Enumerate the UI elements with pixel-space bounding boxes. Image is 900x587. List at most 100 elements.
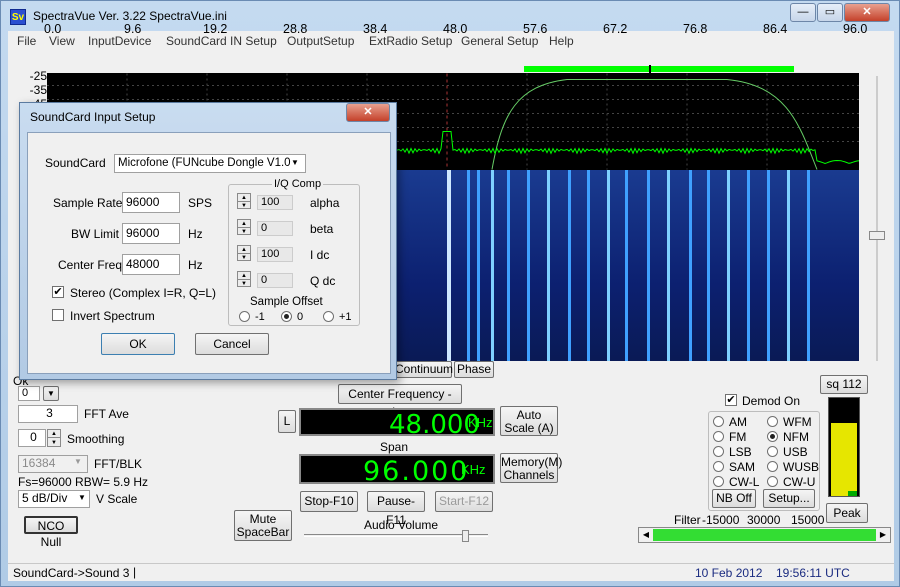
soundcard-select[interactable]: Microfone (FUNcube Dongle V1.0 — [114, 154, 306, 173]
demod-nfm-radio[interactable] — [767, 431, 778, 442]
demod-cw-l-label: CW-L — [729, 475, 760, 489]
signal-meter — [828, 397, 860, 497]
waterfall-line — [689, 170, 692, 361]
invert-spectrum-checkbox[interactable] — [52, 309, 64, 321]
stereo-label: Stereo (Complex I=R, Q=L) — [70, 286, 217, 300]
pause-button[interactable]: Pause-F11 — [367, 491, 425, 527]
menu-help[interactable]: Help — [549, 34, 574, 48]
window-title: SpectraVue Ver. 3.22 SpectraVue.ini — [33, 9, 227, 23]
filter-scrollbar[interactable]: ◀ ▶ — [638, 527, 891, 543]
center-frequency-display[interactable]: 48.000 KHz — [299, 408, 495, 440]
status-soundcard: SoundCard->Sound 3 — [13, 566, 130, 580]
beta-field[interactable]: 0 — [257, 221, 293, 236]
demod-cw-l-radio[interactable] — [713, 476, 724, 487]
center-frequency-button[interactable]: Center Frequency - Ins — [338, 384, 462, 419]
dialog-close-button[interactable]: ✕ — [346, 103, 390, 122]
menu-outputsetup[interactable]: OutputSetup — [287, 34, 354, 48]
nco-null-button[interactable]: NCO Null — [24, 516, 78, 549]
qdc-spinner[interactable]: ▲ ▼ — [237, 271, 251, 287]
sample-rate-field[interactable]: 96000 — [122, 192, 180, 213]
demod-setup-button[interactable]: Setup... — [763, 489, 815, 508]
level-slider-thumb[interactable] — [869, 231, 885, 240]
offset-0-label: 0 — [297, 311, 304, 323]
stereo-checkbox[interactable]: ✔ — [52, 286, 64, 298]
memory-channels-button[interactable]: Memory(M) Channels — [500, 453, 562, 483]
freq-tick: 96.0 — [843, 22, 868, 36]
demod-am-radio[interactable] — [713, 416, 724, 427]
dialog-body: SoundCard Microfone (FUNcube Dongle V1.0… — [27, 132, 391, 374]
demod-sam-radio[interactable] — [713, 461, 724, 472]
span-display[interactable]: 96.000 KHz — [299, 454, 495, 487]
sample-offset-label: Sample Offset — [250, 296, 323, 308]
scroll-right-icon[interactable]: ▶ — [877, 529, 889, 541]
status-bar: SoundCard->Sound 3 | 10 Feb 2012 19:56:1… — [8, 563, 894, 581]
sample-rate-label: Sample Rate — [53, 196, 123, 210]
demod-wfm-radio[interactable] — [767, 416, 778, 427]
tuning-marker — [649, 65, 651, 73]
ok-button[interactable]: OK — [101, 333, 175, 355]
waterfall-line — [707, 170, 710, 361]
offset-plus1-radio[interactable] — [323, 311, 334, 322]
freq-tick: 48.0 — [443, 22, 468, 36]
freq-tick: 57.6 — [523, 22, 548, 36]
offset-minus1-radio[interactable] — [239, 311, 250, 322]
filter-scroll-thumb[interactable] — [653, 529, 876, 541]
auto-scale-button[interactable]: Auto Scale (A) — [500, 406, 558, 436]
continuum-button[interactable]: Continuum — [394, 361, 453, 378]
stop-button[interactable]: Stop-F10 — [300, 491, 358, 512]
demod-fm-radio[interactable] — [713, 431, 724, 442]
span-label: Span — [380, 440, 409, 454]
nb-off-button[interactable]: NB Off — [712, 489, 756, 508]
menu-general-setup[interactable]: General Setup — [461, 34, 538, 48]
menu-file[interactable]: File — [17, 34, 36, 48]
demod-on-label: Demod On — [742, 394, 801, 408]
phase-button[interactable]: Phase — [454, 361, 494, 378]
center-freq-field[interactable]: 48000 — [122, 254, 180, 275]
smoothing-spinner[interactable]: ▲ ▼ — [47, 429, 61, 447]
smoothing-field[interactable]: 0 — [18, 429, 46, 447]
demod-usb-radio[interactable] — [767, 446, 778, 457]
chevron-down-icon: ▼ — [78, 493, 86, 502]
alpha-spinner[interactable]: ▲ ▼ — [237, 193, 251, 209]
alpha-field[interactable]: 100 — [257, 195, 293, 210]
center-frequency-unit: KHz — [468, 415, 493, 430]
top-value-dropdown[interactable]: ▼ — [43, 386, 59, 401]
menu-extradio-setup[interactable]: ExtRadio Setup — [369, 34, 452, 48]
bw-limit-field[interactable]: 96000 — [122, 223, 180, 244]
maximize-button[interactable]: ▭ — [817, 3, 843, 22]
db-tick: -25 — [29, 69, 47, 83]
cancel-button[interactable]: Cancel — [195, 333, 269, 355]
l-button[interactable]: L — [278, 410, 296, 433]
peak-button[interactable]: Peak — [826, 503, 868, 523]
start-button[interactable]: Start-F12 — [435, 491, 493, 512]
idc-spinner[interactable]: ▲ ▼ — [237, 245, 251, 261]
beta-spinner[interactable]: ▲ ▼ — [237, 219, 251, 235]
demod-lsb-radio[interactable] — [713, 446, 724, 457]
db-tick: -35 — [29, 83, 47, 97]
demod-wusb-radio[interactable] — [767, 461, 778, 472]
scroll-left-icon[interactable]: ◀ — [640, 529, 652, 541]
idc-field[interactable]: 100 — [257, 247, 293, 262]
invert-spectrum-label: Invert Spectrum — [70, 309, 155, 323]
demod-cw-u-radio[interactable] — [767, 476, 778, 487]
qdc-field[interactable]: 0 — [257, 273, 293, 288]
idc-label: I dc — [310, 248, 330, 262]
soundcard-label: SoundCard — [45, 156, 106, 170]
audio-volume-thumb[interactable] — [462, 530, 469, 542]
menu-inputdevice[interactable]: InputDevice — [88, 34, 151, 48]
fft-ave-field[interactable]: 3 — [18, 405, 78, 423]
audio-volume-slider[interactable] — [304, 534, 488, 537]
mute-button[interactable]: Mute SpaceBar — [234, 510, 292, 541]
minimize-button[interactable]: — — [790, 3, 816, 22]
demod-on-checkbox[interactable]: ✔ — [725, 394, 737, 406]
top-value-field[interactable]: 0 — [18, 386, 40, 401]
close-button[interactable]: ✕ — [844, 3, 890, 22]
waterfall-line — [807, 170, 810, 361]
iq-comp-label: I/Q Comp — [272, 178, 324, 190]
main-window: Sv SpectraVue Ver. 3.22 SpectraVue.ini —… — [0, 0, 900, 587]
squelch-button[interactable]: sq 112 — [820, 375, 868, 394]
menu-soundcard-in-setup[interactable]: SoundCard IN Setup — [166, 34, 277, 48]
menu-view[interactable]: View — [49, 34, 75, 48]
level-slider-track[interactable] — [867, 76, 887, 361]
offset-0-radio[interactable] — [281, 311, 292, 322]
